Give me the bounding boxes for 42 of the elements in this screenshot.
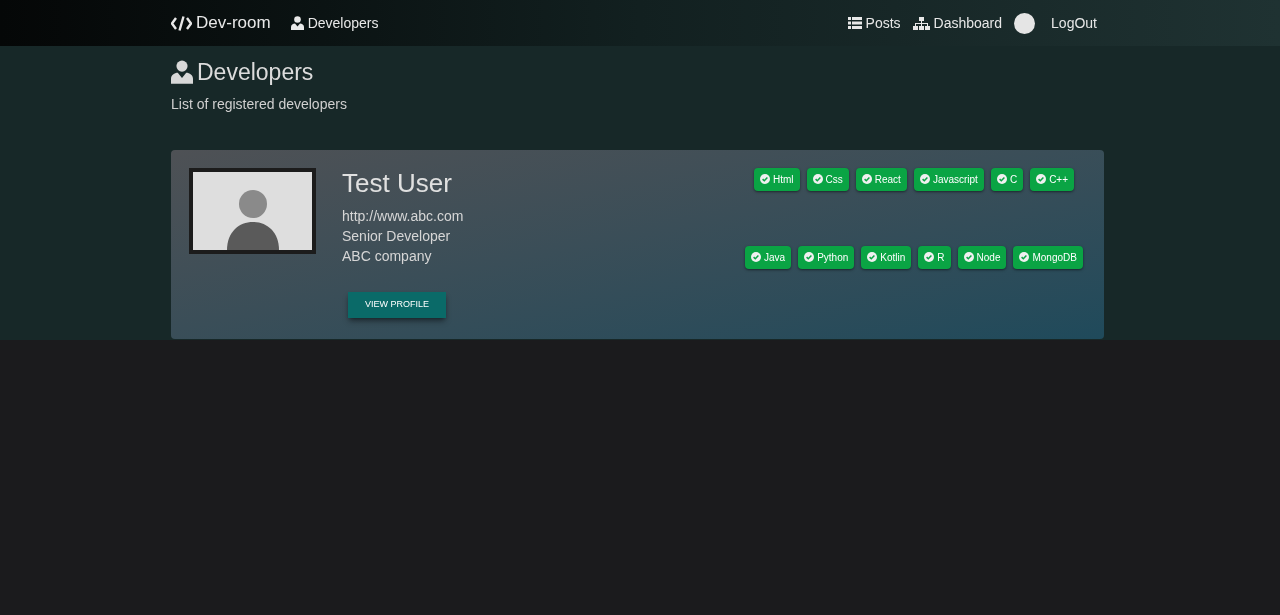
page-subtitle: List of registered developers	[171, 94, 348, 114]
skill-tag: Css	[806, 167, 849, 191]
skill-tag: Html	[753, 167, 800, 191]
skill-tag: Java	[745, 245, 792, 269]
skill-tag: Javascript	[913, 167, 984, 191]
check-circle-icon	[1036, 174, 1047, 184]
check-circle-icon	[751, 252, 762, 262]
check-circle-icon	[1019, 252, 1030, 262]
skill-tag: MongoDB	[1013, 245, 1083, 269]
check-circle-icon	[759, 174, 770, 184]
user-icon	[290, 16, 304, 30]
check-circle-icon	[867, 252, 878, 262]
view-profile-button[interactable]: VIEW PROFILE	[348, 291, 446, 318]
check-circle-icon	[919, 174, 930, 184]
page-title: Developers	[197, 58, 314, 87]
nav-link[interactable]: Developers	[290, 12, 379, 34]
check-circle-icon	[812, 174, 823, 184]
skill-tag: Kotlin	[861, 245, 912, 269]
check-circle-icon	[996, 174, 1007, 184]
job-title: Senior Developer	[342, 226, 452, 246]
check-circle-icon	[861, 174, 872, 184]
skill-tag: C++	[1030, 167, 1075, 191]
check-circle-icon	[963, 252, 974, 262]
website-link[interactable]: http://www.abc.com	[342, 205, 642, 226]
skill-tag: R	[918, 245, 951, 269]
brand-link[interactable]: Dev-room	[171, 10, 271, 36]
check-circle-icon	[804, 252, 815, 262]
skill-tag: C	[990, 167, 1024, 191]
skill-tag: React	[855, 167, 907, 191]
check-circle-icon	[924, 252, 935, 262]
list-icon	[847, 17, 862, 29]
skill-tag: Python	[798, 245, 855, 269]
code-icon	[171, 15, 192, 31]
company-name: ABC company	[342, 246, 433, 266]
nav-link[interactable]: LogOut	[1014, 12, 1097, 34]
sitemap-icon	[912, 16, 930, 30]
nav-link[interactable]: Posts	[847, 12, 901, 34]
developer-name: Test User	[342, 167, 453, 198]
user-icon	[171, 60, 193, 85]
nav-link[interactable]: Dashboard	[912, 12, 1003, 34]
skill-tag: Node	[957, 245, 1007, 269]
avatar-icon	[1014, 12, 1036, 34]
